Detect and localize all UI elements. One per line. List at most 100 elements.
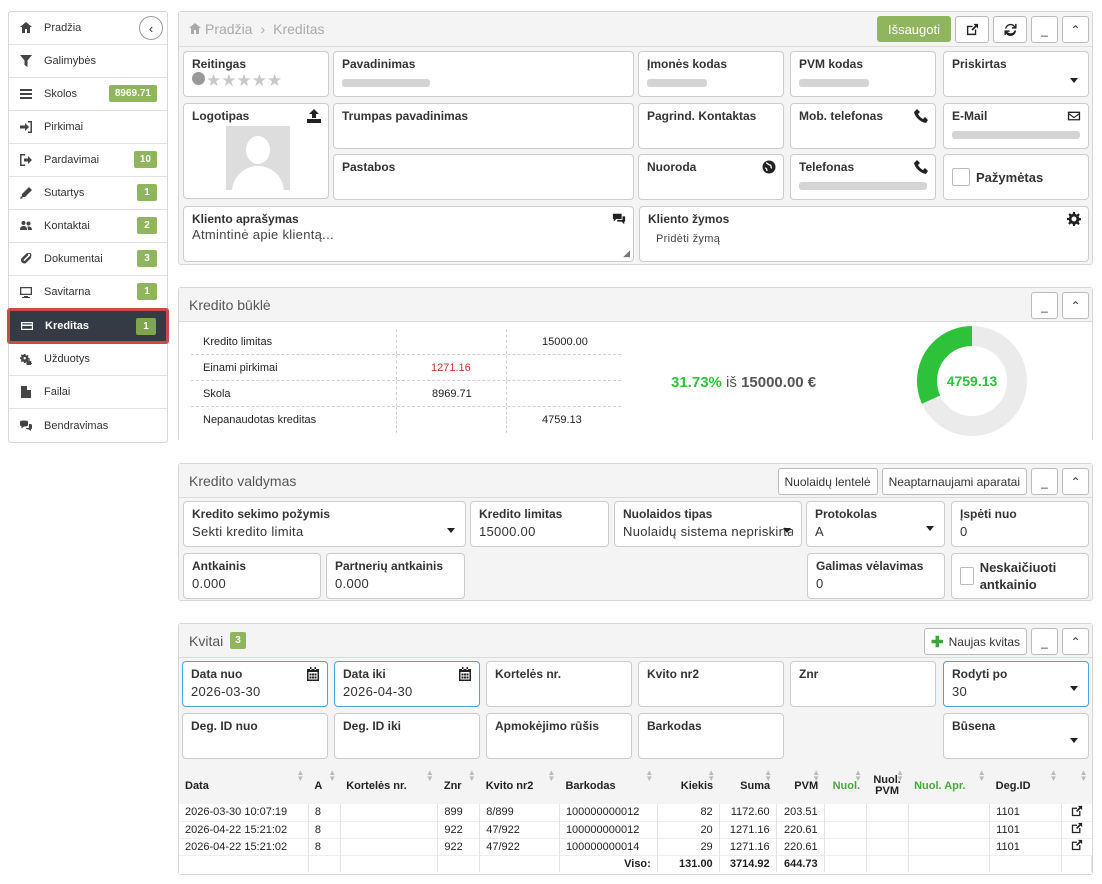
- clear-rating-icon[interactable]: [192, 72, 205, 85]
- sort-icon[interactable]: ▲ ▼: [978, 769, 986, 783]
- sort-icon[interactable]: ▲ ▼: [707, 769, 715, 783]
- notes-field[interactable]: Pastabos: [333, 154, 634, 200]
- credit-tracking-select[interactable]: Kredito sekimo požymis Sekti kredito lim…: [183, 501, 466, 547]
- sort-icon[interactable]: ▲ ▼: [764, 769, 772, 783]
- phone-icon[interactable]: [914, 160, 928, 174]
- znr-field[interactable]: Znr: [790, 661, 936, 707]
- globe-icon[interactable]: [762, 160, 776, 174]
- table-row[interactable]: 2026-04-22 15:21:02 8 922 47/922 10000000001…: [179, 838, 1092, 855]
- short-name-field[interactable]: Trumpas pavadinimas: [333, 103, 634, 149]
- link-field[interactable]: Nuoroda: [638, 154, 784, 200]
- deg-id-to-field[interactable]: Deg. ID iki: [334, 713, 480, 759]
- minimize-button[interactable]: _: [1031, 292, 1058, 319]
- sidebar-item-skolos[interactable]: Skolos 8969.71: [9, 78, 167, 111]
- sidebar-item-savitarna[interactable]: Savitarna 1: [9, 276, 167, 309]
- column-header[interactable]: Kvito nr2 ▲ ▼: [480, 764, 560, 804]
- company-code-field[interactable]: Įmonės kodas: [638, 51, 784, 97]
- deg-id-from-field[interactable]: Deg. ID nuo: [182, 713, 328, 759]
- open-receipt-link[interactable]: [1061, 821, 1091, 838]
- home-icon[interactable]: [189, 21, 201, 37]
- sort-icon[interactable]: ▲ ▼: [426, 769, 434, 783]
- collapse-panel-button[interactable]: ⌃: [1062, 292, 1089, 319]
- column-header[interactable]: Data ▲ ▼: [179, 764, 308, 804]
- rating-stars[interactable]: ★★★★★: [192, 72, 320, 89]
- discount-type-select[interactable]: Nuolaidos tipas Nuolaidų sistema neprisk…: [614, 501, 802, 547]
- resize-handle-icon[interactable]: ◢: [623, 248, 630, 259]
- email-field[interactable]: E-Mail: [943, 103, 1089, 149]
- sort-icon[interactable]: ▲ ▼: [548, 769, 556, 783]
- collapse-panel-button[interactable]: ⌃: [1062, 16, 1089, 43]
- open-receipt-link[interactable]: [1061, 838, 1091, 855]
- column-header[interactable]: ▲ ▼: [1061, 764, 1091, 804]
- envelope-icon[interactable]: [1067, 109, 1081, 123]
- calendar-icon[interactable]: [306, 667, 320, 681]
- new-receipt-button[interactable]: ✚ Naujas kvitas: [924, 628, 1027, 655]
- calendar-icon[interactable]: [458, 667, 472, 681]
- column-header[interactable]: Suma ▲ ▼: [719, 764, 776, 804]
- refresh-button[interactable]: [993, 16, 1027, 43]
- column-header[interactable]: Kiekis ▲ ▼: [657, 764, 719, 804]
- no-markup-checkbox-field[interactable]: Neskaičiuoti antkainio: [951, 553, 1089, 599]
- sort-icon[interactable]: ▲ ▼: [854, 769, 862, 783]
- card-number-field[interactable]: Kortelės nr.: [486, 661, 632, 707]
- sort-icon[interactable]: ▲ ▼: [1080, 769, 1088, 783]
- minimize-button[interactable]: _: [1031, 16, 1058, 43]
- sort-icon[interactable]: ▲ ▼: [1050, 769, 1058, 783]
- show-per-page-select[interactable]: Rodyti po 30: [943, 661, 1089, 707]
- mobile-phone-field[interactable]: Mob. telefonas: [790, 103, 936, 149]
- sidebar-item-sutartys[interactable]: Sutartys 1: [9, 177, 167, 210]
- no-markup-checkbox[interactable]: [960, 567, 974, 585]
- table-row[interactable]: 2026-04-22 15:21:02 8 922 47/922 10000000001…: [179, 821, 1092, 838]
- assigned-select[interactable]: Priskirtas: [943, 51, 1089, 97]
- barcode-field[interactable]: Barkodas: [638, 713, 784, 759]
- phone-field[interactable]: Telefonas: [790, 154, 936, 200]
- sort-icon[interactable]: ▲ ▼: [468, 769, 476, 783]
- upload-icon[interactable]: [307, 109, 321, 123]
- open-receipt-link[interactable]: [1061, 804, 1091, 821]
- column-header[interactable]: Znr ▲ ▼: [438, 764, 480, 804]
- collapse-panel-button[interactable]: ⌃: [1062, 468, 1089, 495]
- sidebar-item-pardavimai[interactable]: Pardavimai 10: [9, 144, 167, 177]
- column-header[interactable]: Deg.ID ▲ ▼: [990, 764, 1062, 804]
- column-header[interactable]: Nuol. Apr. ▲ ▼: [908, 764, 990, 804]
- payment-type-field[interactable]: Apmokėjimo rūšis: [486, 713, 632, 759]
- sidebar-item-galimybės[interactable]: Galimybės: [9, 45, 167, 78]
- sidebar-item-dokumentai[interactable]: Dokumentai 3: [9, 243, 167, 276]
- external-link-button[interactable]: [955, 16, 989, 43]
- sort-icon[interactable]: ▲ ▼: [296, 769, 304, 783]
- partner-markup-field[interactable]: Partnerių antkainis 0.000: [326, 553, 465, 599]
- breadcrumb-home[interactable]: Pradžia: [205, 21, 252, 37]
- column-header[interactable]: PVM ▲ ▼: [776, 764, 824, 804]
- vat-code-field[interactable]: PVM kodas: [790, 51, 936, 97]
- sidebar-item-bendravimas[interactable]: Bendravimas: [9, 409, 167, 442]
- receipt-nr2-field[interactable]: Kvito nr2: [638, 661, 784, 707]
- phone-icon[interactable]: [914, 109, 928, 123]
- save-button[interactable]: Išsaugoti: [876, 16, 951, 42]
- column-header[interactable]: Nuol. ▲ ▼: [824, 764, 866, 804]
- column-header[interactable]: Nuol. PVM ▲ ▼: [866, 764, 908, 804]
- main-contact-field[interactable]: Pagrind. Kontaktas: [638, 103, 784, 149]
- date-to-field[interactable]: Data iki 2026-04-30: [334, 661, 480, 707]
- protocol-select[interactable]: Protokolas A: [806, 501, 945, 547]
- company-name-field[interactable]: Pavadinimas: [333, 51, 634, 97]
- table-row[interactable]: 2026-03-30 10:07:19 8 899 8/899 100000000012…: [179, 804, 1092, 821]
- minimize-button[interactable]: _: [1031, 468, 1058, 495]
- unserviced-devices-button[interactable]: Neaptarnaujami aparatai: [881, 468, 1027, 495]
- date-from-field[interactable]: Data nuo 2026-03-30: [182, 661, 328, 707]
- client-tags-field[interactable]: Kliento žymos Pridėti žymą: [639, 206, 1089, 262]
- sort-icon[interactable]: ▲ ▼: [328, 769, 336, 783]
- collapse-panel-button[interactable]: ⌃: [1062, 628, 1089, 655]
- add-tag-link[interactable]: Pridėti žymą: [656, 233, 1080, 245]
- column-header[interactable]: Kortelės nr. ▲ ▼: [340, 764, 438, 804]
- marked-checkbox-field[interactable]: Pažymėtas: [943, 154, 1089, 200]
- client-description-field[interactable]: Kliento aprašymas Atmintinė apie klientą…: [183, 206, 634, 262]
- sort-icon[interactable]: ▲ ▼: [896, 769, 904, 783]
- markup-field[interactable]: Antkainis 0.000: [183, 553, 321, 599]
- credit-limit-field[interactable]: Kredito limitas 15000.00: [470, 501, 609, 547]
- sidebar-item-kreditas[interactable]: Kreditas 1: [7, 308, 169, 344]
- collapse-sidebar-button[interactable]: ‹: [139, 16, 163, 40]
- sidebar-item-kontaktai[interactable]: Kontaktai 2: [9, 210, 167, 243]
- marked-checkbox[interactable]: [952, 168, 970, 186]
- sort-icon[interactable]: ▲ ▼: [812, 769, 820, 783]
- sidebar-item-failai[interactable]: Failai: [9, 376, 167, 409]
